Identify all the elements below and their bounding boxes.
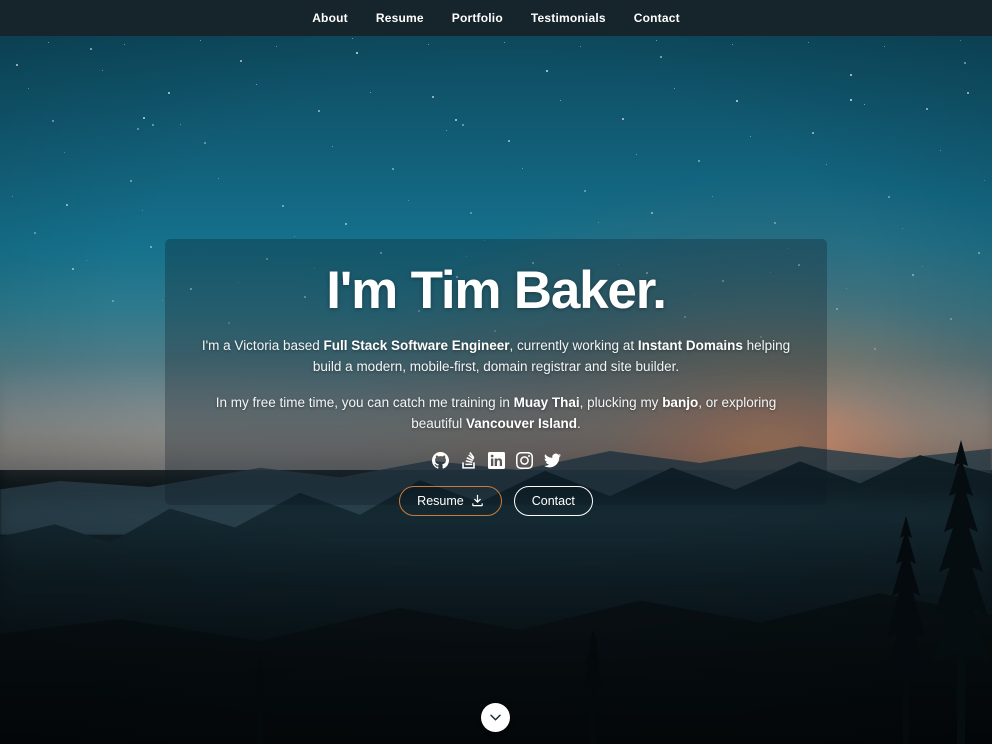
hero-p2-text1: In my free time time, you can catch me t… <box>215 394 514 410</box>
hero-p2-bold-island: Vancouver Island <box>465 415 578 431</box>
hero-paragraph-two: In my free time time, you can catch me t… <box>196 392 796 434</box>
nav-link-portfolio[interactable]: Portfolio <box>438 0 517 36</box>
twitter-icon[interactable] <box>543 452 561 470</box>
pine-tree-left <box>247 660 273 744</box>
linkedin-icon[interactable] <box>487 452 505 470</box>
nav-link-testimonials[interactable]: Testimonials <box>517 0 620 36</box>
resume-button-label: Resume <box>417 493 464 508</box>
github-icon[interactable] <box>431 452 449 470</box>
resume-button[interactable]: Resume <box>399 485 502 516</box>
hero-p2-bold-muaythai: Muay Thai <box>513 394 580 410</box>
contact-button-label: Contact <box>531 493 575 508</box>
contact-button[interactable]: Contact <box>513 485 593 516</box>
download-icon <box>471 494 484 507</box>
nav-link-contact[interactable]: Contact <box>620 0 694 36</box>
social-links-row <box>431 452 561 470</box>
nav-link-about[interactable]: About <box>298 0 362 36</box>
pine-tree-medium <box>884 516 928 744</box>
hero-p2-text4: . <box>577 415 581 431</box>
hero-card: I'm Tim Baker. I'm a Victoria based Full… <box>165 239 827 516</box>
hero-p2-bold-banjo: banjo <box>662 394 699 410</box>
hero-p1-bold-company: Instant Domains <box>637 337 743 353</box>
scroll-down-button[interactable] <box>481 703 510 732</box>
nav-link-resume[interactable]: Resume <box>362 0 438 36</box>
stackoverflow-icon[interactable] <box>459 452 477 470</box>
top-navigation-bar: About Resume Portfolio Testimonials Cont… <box>0 0 992 36</box>
hero-p2-text2: , plucking my <box>579 394 663 410</box>
hero-p1-text2: , currently working at <box>509 337 638 353</box>
hero-section: About Resume Portfolio Testimonials Cont… <box>0 0 992 744</box>
chevron-down-icon <box>488 710 503 725</box>
hero-p1-bold-role: Full Stack Software Engineer <box>323 337 510 353</box>
pine-tree-small <box>578 630 608 744</box>
instagram-icon[interactable] <box>515 452 533 470</box>
page-title: I'm Tim Baker. <box>326 261 667 320</box>
pine-tree-large <box>930 440 992 744</box>
hero-paragraph-one: I'm a Victoria based Full Stack Software… <box>196 335 796 377</box>
hero-button-row: Resume Contact <box>399 485 593 516</box>
hero-p1-text1: I'm a Victoria based <box>201 337 324 353</box>
